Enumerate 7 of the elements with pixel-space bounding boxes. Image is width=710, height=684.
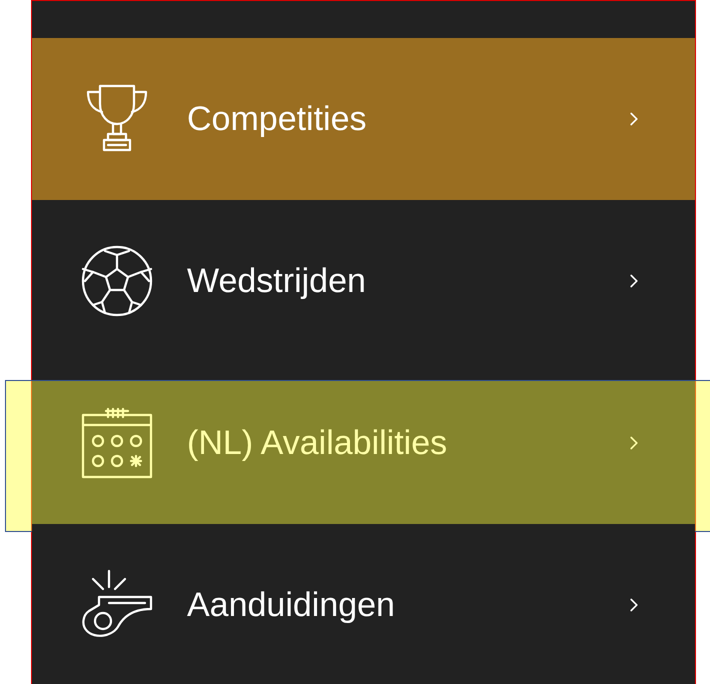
soccer-ball-icon [79, 243, 155, 319]
calendar-icon [80, 407, 154, 479]
menu-label: Aanduidingen [187, 584, 396, 626]
menu-item[interactable]: Competities [32, 38, 695, 200]
menu-label: Wedstrijden [187, 260, 367, 302]
menu-label: (NL) Availabilities [187, 422, 448, 464]
menu-label: Competities [187, 98, 368, 140]
